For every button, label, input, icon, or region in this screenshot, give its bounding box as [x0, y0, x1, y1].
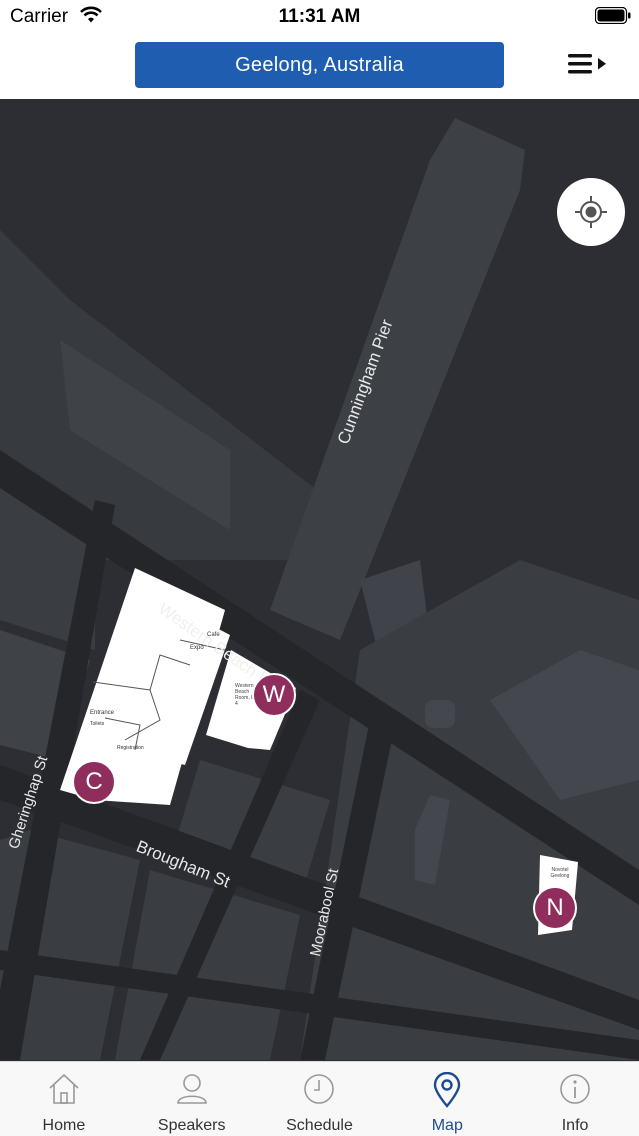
floorplan-label-novotel: Novotel Geelong [550, 867, 570, 879]
status-time: 11:31 AM [278, 6, 361, 27]
tab-speakers[interactable]: Speakers [128, 1062, 256, 1136]
tab-home[interactable]: Home [0, 1062, 128, 1136]
tab-info[interactable]: Info [511, 1062, 639, 1136]
nav-header: Geelong, Australia [0, 32, 639, 99]
venue-pin-c[interactable]: C [72, 760, 116, 804]
clock-icon [304, 1074, 335, 1104]
tab-info-label: Info [561, 1117, 589, 1134]
venue-pin-w[interactable]: W [252, 673, 296, 717]
floorplan-label-cafe: Cafe [207, 632, 220, 638]
tab-bar: Home Speakers Schedule Map Info [0, 1061, 639, 1136]
floorplan-label-registration: Registration [117, 745, 144, 751]
venue-pin-n[interactable]: N [533, 886, 577, 930]
status-bar: Carrier 11:31 AM [0, 0, 639, 32]
list-menu-icon[interactable] [562, 50, 608, 80]
tab-speakers-label: Speakers [157, 1117, 226, 1134]
tab-map-label: Map [431, 1117, 463, 1134]
map-view[interactable]: Cunningham Pier Western Beach Rd Ghering… [0, 99, 639, 1061]
crosshair-icon [575, 196, 607, 228]
tab-home-label: Home [42, 1117, 86, 1134]
tab-map[interactable]: Map [383, 1062, 511, 1136]
person-icon [176, 1074, 207, 1104]
info-icon [560, 1074, 590, 1104]
floorplan-label-toilets: Toilets [90, 721, 105, 727]
floorplan-label-entrance: Entrance [90, 710, 115, 716]
tab-schedule[interactable]: Schedule [256, 1062, 384, 1136]
tab-schedule-label: Schedule [286, 1117, 353, 1134]
map-pin-icon [434, 1072, 461, 1108]
location-selector-button[interactable]: Geelong, Australia [135, 42, 504, 88]
home-icon [49, 1073, 79, 1104]
locate-me-button[interactable] [557, 178, 625, 246]
floorplan-label-expo: Expo [190, 645, 204, 651]
battery-icon [595, 7, 631, 24]
